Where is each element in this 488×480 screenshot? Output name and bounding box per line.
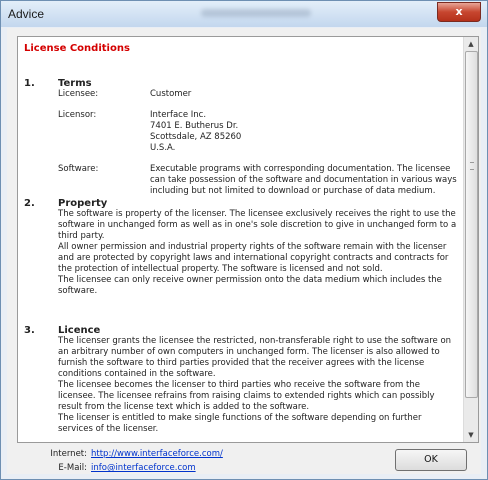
title-blurred-text <box>201 9 311 17</box>
close-icon: x <box>455 5 463 18</box>
close-button[interactable]: x <box>437 2 481 22</box>
licensor-line: Scottsdale, AZ 85260 <box>150 132 242 142</box>
internet-link[interactable]: http://www.interfaceforce.com/ <box>91 449 223 459</box>
property-paragraph: The software is property of the licenser… <box>58 209 457 241</box>
section-title: Licence <box>58 325 101 336</box>
section-property: 2. Property The software is property of … <box>24 198 457 297</box>
ok-button[interactable]: OK <box>395 449 467 471</box>
dialog-client: License Conditions 1. Terms Licensee: Cu… <box>7 28 481 474</box>
scrollbar-thumb[interactable] <box>465 51 478 398</box>
scrollbar-grip-icon <box>470 162 474 170</box>
section-title: Property <box>58 198 108 209</box>
window-title: Advice <box>8 7 45 21</box>
section-terms: 1. Terms Licensee: Customer Licensor: In… <box>24 78 457 197</box>
property-paragraph: All owner permission and industrial prop… <box>58 242 449 274</box>
licensor-row: Licensor: Interface Inc. 7401 E. Butheru… <box>58 110 457 154</box>
scroll-down-icon[interactable]: ▼ <box>464 428 478 442</box>
section-number: 1. <box>24 78 35 89</box>
section-number: 3. <box>24 325 35 336</box>
licence-paragraph: The licenser is entitled to make single … <box>58 413 422 434</box>
scroll-up-icon[interactable]: ▲ <box>464 37 478 51</box>
section-title: Terms <box>58 78 92 89</box>
vertical-scrollbar[interactable]: ▲ ▼ <box>463 37 478 442</box>
licensee-label: Licensee: <box>58 89 99 99</box>
title-bar[interactable]: Advice x <box>1 1 487 27</box>
software-label: Software: <box>58 164 99 174</box>
section-number: 2. <box>24 198 35 209</box>
license-content: License Conditions 1. Terms Licensee: Cu… <box>18 37 463 442</box>
section-licence: 3. Licence The licenser grants the licen… <box>24 325 457 435</box>
licensor-line: U.S.A. <box>150 143 176 153</box>
licensor-label: Licensor: <box>58 110 97 120</box>
email-link[interactable]: info@interfaceforce.com <box>91 463 196 473</box>
licensee-row: Licensee: Customer <box>58 89 457 100</box>
licensor-line: Interface Inc. <box>150 110 207 120</box>
license-text-panel[interactable]: License Conditions 1. Terms Licensee: Cu… <box>17 36 479 443</box>
licence-paragraph: The licenser grants the licensee the res… <box>58 336 452 379</box>
licensor-line: 7401 E. Butherus Dr. <box>150 121 239 131</box>
property-paragraph: The licensee can only receive owner perm… <box>58 275 442 296</box>
advice-window: Advice x License Conditions 1. Terms Lic… <box>0 0 488 480</box>
email-label: E-Mail: <box>58 463 87 473</box>
software-value: Executable programs with corresponding d… <box>150 164 457 196</box>
licensor-value: Interface Inc. 7401 E. Butherus Dr. Scot… <box>150 110 457 154</box>
internet-label: Internet: <box>50 449 87 459</box>
license-heading: License Conditions <box>24 43 130 54</box>
licence-paragraph: The licensee becomes the licenser to thi… <box>58 380 435 412</box>
software-row: Software: Executable programs with corre… <box>58 164 457 197</box>
licensee-value: Customer <box>150 89 192 99</box>
